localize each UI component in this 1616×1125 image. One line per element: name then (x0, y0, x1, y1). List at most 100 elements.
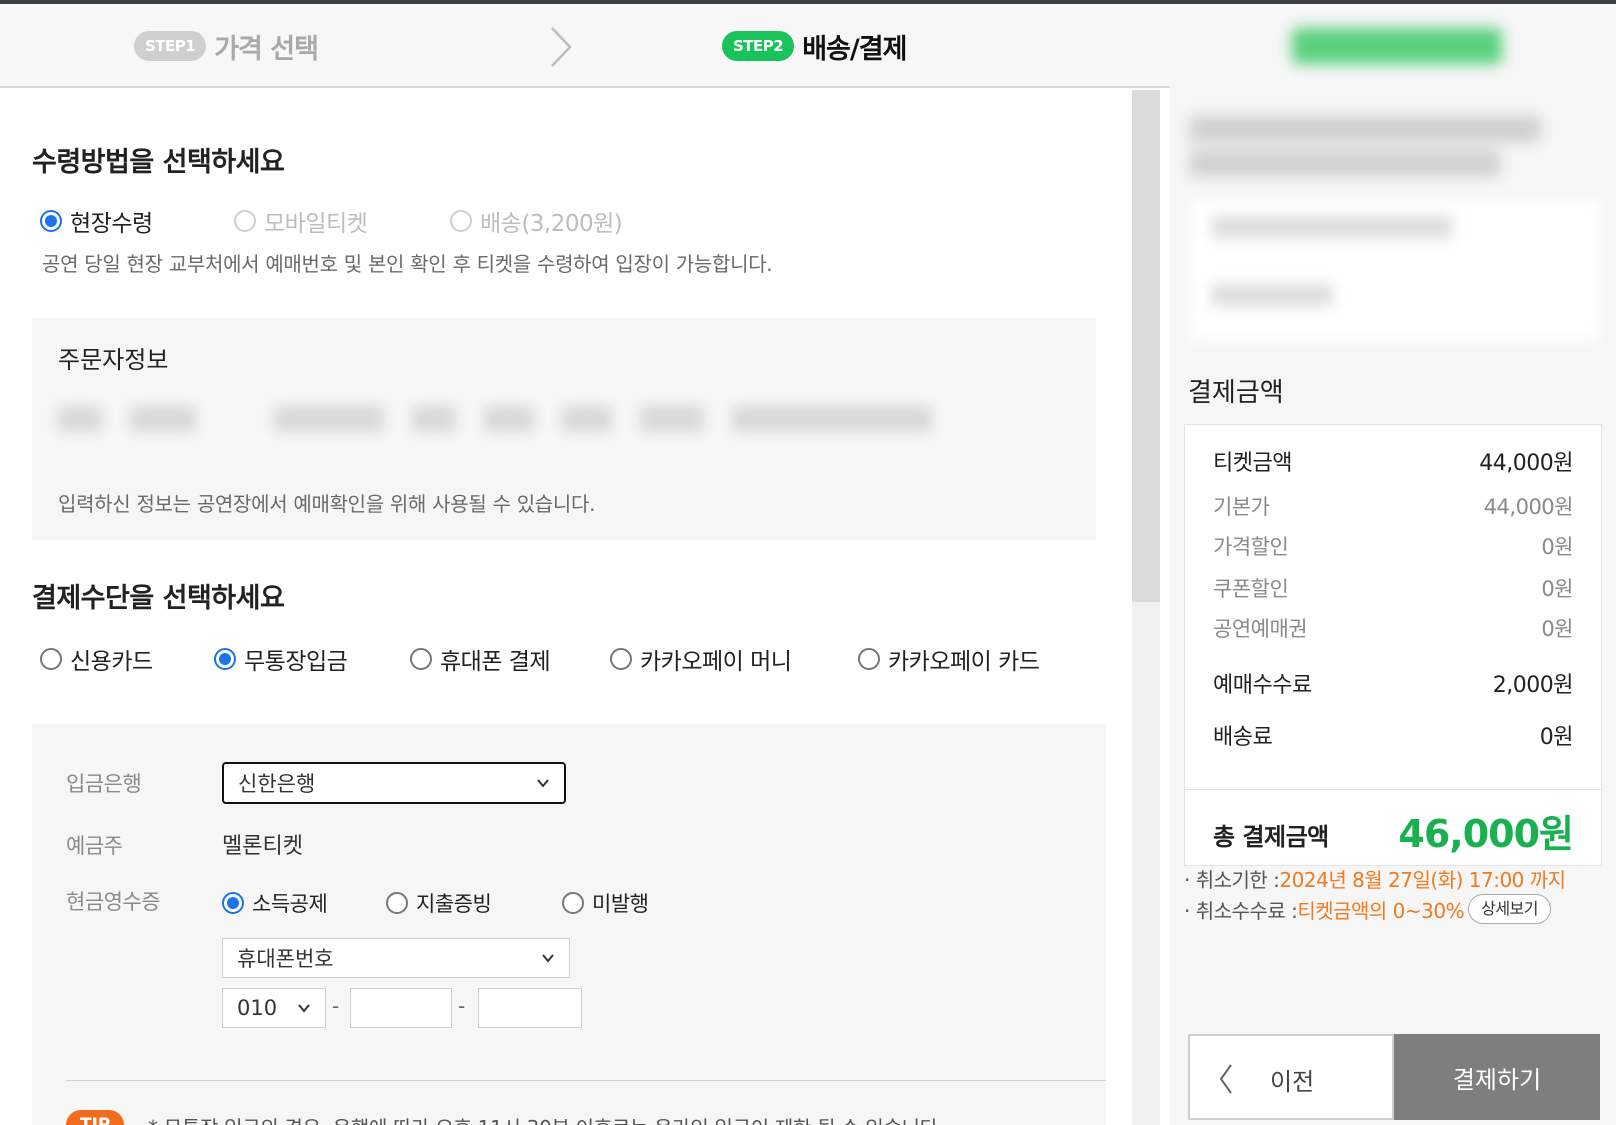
cash-option-label: 미발행 (592, 892, 649, 916)
receipt-note: 공연 당일 현장 교부처에서 예매번호 및 본인 확인 후 티켓을 수령하여 입… (42, 252, 773, 276)
payment-method-options: 신용카드 무통장입금 휴대폰 결제 카카오페이 머니 카카오페이 카드 (40, 642, 1040, 676)
voucher-label: 공연예매권 (1213, 617, 1308, 641)
price-discount-label: 가격할인 (1213, 535, 1289, 559)
id-type-select[interactable]: 휴대폰번호 (222, 938, 570, 978)
payment-option-card[interactable]: 신용카드 (40, 642, 214, 676)
scrollbar-thumb[interactable] (1132, 90, 1160, 602)
price-discount-row: 가격할인 0원 (1213, 531, 1573, 561)
radio-delivery[interactable] (450, 210, 472, 232)
base-price-value: 44,000원 (1483, 495, 1574, 519)
divider (1185, 789, 1601, 790)
payment-option-label: 휴대폰 결제 (440, 649, 551, 675)
radio-none[interactable] (562, 892, 584, 914)
divider (66, 1080, 1106, 1081)
detail-button[interactable]: 상세보기 (1468, 894, 1551, 924)
receipt-option-label: 배송(3,200원) (480, 211, 623, 237)
bank-select[interactable]: 신한은행 (222, 762, 566, 804)
shipping-fee-label: 배송료 (1213, 725, 1273, 750)
radio-card[interactable] (40, 648, 62, 670)
performance-info-redacted (1170, 4, 1616, 352)
total-amount-value: 46,000원 (1398, 812, 1574, 856)
step-1-label: 가격 선택 (214, 33, 319, 65)
payment-option-phone[interactable]: 휴대폰 결제 (410, 642, 610, 676)
receipt-method-title: 수령방법을 선택하세요 (32, 147, 285, 178)
receipt-option-mobile[interactable]: 모바일티켓 (234, 204, 450, 238)
payment-option-label: 신용카드 (70, 649, 153, 675)
phone-separator: - (332, 994, 340, 1018)
receipt-option-label: 모바일티켓 (264, 211, 368, 237)
price-breakdown: 티켓금액 44,000원 기본가 44,000원 가격할인 0원 쿠폰할인 0원… (1184, 424, 1602, 866)
main-scrollbar[interactable] (1132, 90, 1160, 1125)
orderer-info-redacted (58, 406, 932, 432)
radio-kakaopay-card[interactable] (858, 648, 880, 670)
cash-option-income-deduction[interactable]: 소득공제 (222, 888, 386, 918)
step-1-badge: STEP1 (134, 31, 207, 61)
price-discount-value: 0원 (1541, 535, 1573, 559)
cash-option-expense-proof[interactable]: 지출증빙 (386, 888, 562, 918)
pay-button[interactable]: 결제하기 (1394, 1034, 1600, 1120)
radio-expense-proof[interactable] (386, 892, 408, 914)
ticket-amount-label: 티켓금액 (1213, 451, 1292, 476)
orderer-info-box: 주문자정보 입력하신 정보는 공연장에서 예매확인을 위해 사용될 수 있습니다… (32, 318, 1096, 540)
phone-middle-input[interactable] (350, 988, 452, 1028)
cancel-fee-label: · 취소수수료 : (1184, 898, 1298, 923)
receipt-option-delivery[interactable]: 배송(3,200원) (450, 204, 623, 238)
tip-badge: TIP (66, 1110, 125, 1125)
step-2-label: 배송/결제 (802, 33, 907, 65)
main-panel: 수령방법을 선택하세요 현장수령 모바일티켓 배송(3,200원) 공연 당일 … (0, 90, 1132, 1125)
radio-phone[interactable] (410, 648, 432, 670)
payment-option-label: 무통장입금 (244, 649, 348, 675)
cash-receipt-label: 현금영수증 (66, 890, 161, 914)
base-price-row: 기본가 44,000원 (1213, 491, 1574, 521)
receipt-option-label: 현장수령 (70, 211, 153, 237)
bank-label: 입금은행 (66, 772, 142, 796)
chevron-down-icon (537, 779, 549, 788)
coupon-discount-row: 쿠폰할인 0원 (1213, 573, 1573, 603)
step-progress-bar: STEP1 가격 선택 STEP2 배송/결제 (0, 4, 1170, 88)
payment-amount-title: 결제금액 (1188, 378, 1284, 408)
coupon-discount-label: 쿠폰할인 (1213, 577, 1289, 601)
receipt-method-options: 현장수령 모바일티켓 배송(3,200원) (40, 204, 623, 238)
ticket-amount-row: 티켓금액 44,000원 (1213, 445, 1573, 477)
radio-kakaopay-money[interactable] (610, 648, 632, 670)
receipt-option-onsite[interactable]: 현장수령 (40, 204, 234, 238)
cash-option-label: 지출증빙 (416, 892, 492, 916)
cancel-deadline-value: 2024년 8월 27일(화) 17:00 까지 (1279, 868, 1566, 892)
phone-last-input[interactable] (478, 988, 582, 1028)
cash-receipt-options: 소득공제 지출증빙 미발행 (222, 888, 649, 918)
radio-income-deduction[interactable] (222, 892, 244, 914)
payment-option-label: 카카오페이 카드 (888, 649, 1040, 675)
chevron-down-icon (298, 1004, 310, 1013)
id-type-value: 휴대폰번호 (237, 947, 334, 971)
cash-option-none[interactable]: 미발행 (562, 888, 649, 918)
booking-fee-label: 예매수수료 (1213, 673, 1312, 698)
holder-label: 예금주 (66, 834, 123, 858)
phone-prefix-select[interactable]: 010 (222, 988, 326, 1028)
payment-option-kakaopay-card[interactable]: 카카오페이 카드 (858, 642, 1040, 676)
chevron-down-icon (542, 954, 554, 963)
order-summary-sidebar: 결제금액 티켓금액 44,000원 기본가 44,000원 가격할인 0원 쿠폰… (1170, 4, 1616, 1125)
radio-mobile[interactable] (234, 210, 256, 232)
payment-option-kakaopay-money[interactable]: 카카오페이 머니 (610, 642, 858, 676)
orderer-info-note: 입력하신 정보는 공연장에서 예매확인을 위해 사용될 수 있습니다. (58, 492, 596, 516)
voucher-row: 공연예매권 0원 (1213, 613, 1573, 643)
shipping-fee-row: 배송료 0원 (1213, 719, 1574, 751)
cancel-deadline: · 취소기한 : 2024년 8월 27일(화) 17:00 까지 (1184, 864, 1566, 893)
step-2: STEP2 배송/결제 (722, 26, 907, 66)
payment-option-bank-transfer[interactable]: 무통장입금 (214, 642, 410, 676)
radio-onsite[interactable] (40, 210, 62, 232)
bank-transfer-form: 입금은행 신한은행 예금주 멜론티켓 현금영수증 소득공제 지출증빙 미발행 휴… (32, 724, 1106, 1125)
phone-separator: - (458, 994, 466, 1018)
prev-button-label: 이전 (1270, 1068, 1315, 1096)
prev-button[interactable]: 이전 (1188, 1034, 1394, 1120)
chevron-left-icon (1219, 1064, 1232, 1094)
tip-note: * 무통장 입금의 경우, 은행에 따라 오후 11시 30분 이후로는 온라인… (148, 1112, 944, 1125)
chevron-right-icon (551, 27, 572, 67)
cancel-deadline-label: · 취소기한 : (1184, 868, 1280, 892)
shipping-fee-value: 0원 (1539, 725, 1574, 750)
base-price-label: 기본가 (1213, 495, 1270, 519)
radio-bank-transfer[interactable] (214, 648, 236, 670)
cancel-fee-value: 티켓금액의 0~30% (1297, 898, 1465, 923)
holder-value: 멜론티켓 (222, 834, 303, 859)
coupon-discount-value: 0원 (1541, 577, 1573, 601)
